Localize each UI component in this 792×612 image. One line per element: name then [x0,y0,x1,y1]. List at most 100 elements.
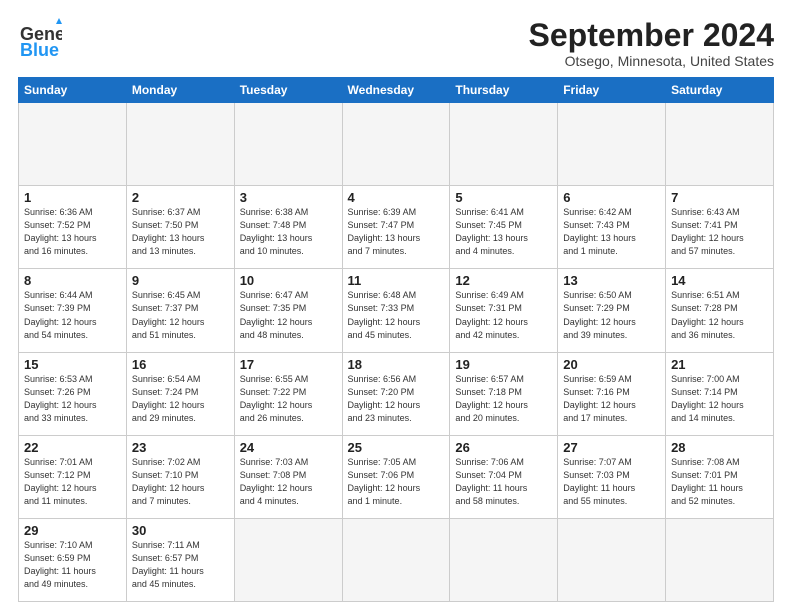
calendar-cell [450,518,558,601]
day-number: 2 [132,190,229,205]
calendar-cell: 29Sunrise: 7:10 AMSunset: 6:59 PMDayligh… [19,518,127,601]
logo: General Blue [18,18,62,62]
day-number: 13 [563,273,660,288]
day-info: Sunrise: 7:00 AMSunset: 7:14 PMDaylight:… [671,373,768,425]
calendar-cell: 7Sunrise: 6:43 AMSunset: 7:41 PMDaylight… [666,186,774,269]
calendar-cell: 13Sunrise: 6:50 AMSunset: 7:29 PMDayligh… [558,269,666,352]
day-number: 27 [563,440,660,455]
calendar-cell: 27Sunrise: 7:07 AMSunset: 7:03 PMDayligh… [558,435,666,518]
day-number: 11 [348,273,445,288]
day-info: Sunrise: 6:51 AMSunset: 7:28 PMDaylight:… [671,289,768,341]
svg-text:Blue: Blue [20,40,59,60]
day-info: Sunrise: 7:05 AMSunset: 7:06 PMDaylight:… [348,456,445,508]
calendar-cell: 18Sunrise: 6:56 AMSunset: 7:20 PMDayligh… [342,352,450,435]
day-info: Sunrise: 6:48 AMSunset: 7:33 PMDaylight:… [348,289,445,341]
day-info: Sunrise: 6:38 AMSunset: 7:48 PMDaylight:… [240,206,337,258]
day-info: Sunrise: 6:42 AMSunset: 7:43 PMDaylight:… [563,206,660,258]
day-number: 10 [240,273,337,288]
calendar-cell [666,518,774,601]
calendar-cell: 2Sunrise: 6:37 AMSunset: 7:50 PMDaylight… [126,186,234,269]
calendar-cell: 30Sunrise: 7:11 AMSunset: 6:57 PMDayligh… [126,518,234,601]
day-info: Sunrise: 7:07 AMSunset: 7:03 PMDaylight:… [563,456,660,508]
calendar-week-2: 8Sunrise: 6:44 AMSunset: 7:39 PMDaylight… [19,269,774,352]
calendar-cell: 28Sunrise: 7:08 AMSunset: 7:01 PMDayligh… [666,435,774,518]
day-info: Sunrise: 6:50 AMSunset: 7:29 PMDaylight:… [563,289,660,341]
calendar-cell: 15Sunrise: 6:53 AMSunset: 7:26 PMDayligh… [19,352,127,435]
calendar-cell [342,103,450,186]
day-number: 28 [671,440,768,455]
calendar-cell: 10Sunrise: 6:47 AMSunset: 7:35 PMDayligh… [234,269,342,352]
calendar-week-0 [19,103,774,186]
calendar-cell: 14Sunrise: 6:51 AMSunset: 7:28 PMDayligh… [666,269,774,352]
calendar-cell: 9Sunrise: 6:45 AMSunset: 7:37 PMDaylight… [126,269,234,352]
day-number: 5 [455,190,552,205]
location: Otsego, Minnesota, United States [529,53,774,69]
day-info: Sunrise: 6:36 AMSunset: 7:52 PMDaylight:… [24,206,121,258]
col-wednesday: Wednesday [342,78,450,103]
calendar-cell: 19Sunrise: 6:57 AMSunset: 7:18 PMDayligh… [450,352,558,435]
col-tuesday: Tuesday [234,78,342,103]
calendar-cell [558,103,666,186]
calendar-cell: 6Sunrise: 6:42 AMSunset: 7:43 PMDaylight… [558,186,666,269]
calendar-cell: 8Sunrise: 6:44 AMSunset: 7:39 PMDaylight… [19,269,127,352]
col-thursday: Thursday [450,78,558,103]
calendar-cell [234,518,342,601]
day-info: Sunrise: 6:41 AMSunset: 7:45 PMDaylight:… [455,206,552,258]
calendar-cell: 20Sunrise: 6:59 AMSunset: 7:16 PMDayligh… [558,352,666,435]
day-number: 19 [455,357,552,372]
calendar-table: Sunday Monday Tuesday Wednesday Thursday… [18,77,774,602]
calendar-cell: 11Sunrise: 6:48 AMSunset: 7:33 PMDayligh… [342,269,450,352]
header: General Blue September 2024 Otsego, Minn… [18,18,774,69]
day-number: 3 [240,190,337,205]
day-number: 26 [455,440,552,455]
day-number: 29 [24,523,121,538]
header-row: Sunday Monday Tuesday Wednesday Thursday… [19,78,774,103]
day-number: 21 [671,357,768,372]
day-number: 22 [24,440,121,455]
calendar-cell [126,103,234,186]
day-info: Sunrise: 7:10 AMSunset: 6:59 PMDaylight:… [24,539,121,591]
calendar-cell [666,103,774,186]
day-number: 8 [24,273,121,288]
day-number: 25 [348,440,445,455]
calendar-week-5: 29Sunrise: 7:10 AMSunset: 6:59 PMDayligh… [19,518,774,601]
day-info: Sunrise: 6:45 AMSunset: 7:37 PMDaylight:… [132,289,229,341]
day-number: 1 [24,190,121,205]
day-number: 9 [132,273,229,288]
day-number: 24 [240,440,337,455]
calendar-cell: 22Sunrise: 7:01 AMSunset: 7:12 PMDayligh… [19,435,127,518]
day-info: Sunrise: 7:02 AMSunset: 7:10 PMDaylight:… [132,456,229,508]
day-number: 6 [563,190,660,205]
month-title: September 2024 [529,18,774,53]
day-info: Sunrise: 6:59 AMSunset: 7:16 PMDaylight:… [563,373,660,425]
calendar-cell: 3Sunrise: 6:38 AMSunset: 7:48 PMDaylight… [234,186,342,269]
calendar-week-1: 1Sunrise: 6:36 AMSunset: 7:52 PMDaylight… [19,186,774,269]
day-info: Sunrise: 6:54 AMSunset: 7:24 PMDaylight:… [132,373,229,425]
calendar-cell: 21Sunrise: 7:00 AMSunset: 7:14 PMDayligh… [666,352,774,435]
logo-icon: General Blue [18,18,62,62]
day-number: 16 [132,357,229,372]
col-sunday: Sunday [19,78,127,103]
day-number: 4 [348,190,445,205]
title-area: September 2024 Otsego, Minnesota, United… [529,18,774,69]
day-number: 18 [348,357,445,372]
calendar-week-4: 22Sunrise: 7:01 AMSunset: 7:12 PMDayligh… [19,435,774,518]
calendar-cell: 4Sunrise: 6:39 AMSunset: 7:47 PMDaylight… [342,186,450,269]
calendar-cell [234,103,342,186]
col-saturday: Saturday [666,78,774,103]
day-number: 12 [455,273,552,288]
calendar-page: General Blue September 2024 Otsego, Minn… [0,0,792,612]
calendar-week-3: 15Sunrise: 6:53 AMSunset: 7:26 PMDayligh… [19,352,774,435]
calendar-cell [342,518,450,601]
day-number: 30 [132,523,229,538]
calendar-cell: 17Sunrise: 6:55 AMSunset: 7:22 PMDayligh… [234,352,342,435]
day-number: 7 [671,190,768,205]
calendar-cell [558,518,666,601]
calendar-cell: 1Sunrise: 6:36 AMSunset: 7:52 PMDaylight… [19,186,127,269]
col-friday: Friday [558,78,666,103]
day-number: 17 [240,357,337,372]
day-info: Sunrise: 6:55 AMSunset: 7:22 PMDaylight:… [240,373,337,425]
calendar-cell: 12Sunrise: 6:49 AMSunset: 7:31 PMDayligh… [450,269,558,352]
day-info: Sunrise: 6:39 AMSunset: 7:47 PMDaylight:… [348,206,445,258]
col-monday: Monday [126,78,234,103]
